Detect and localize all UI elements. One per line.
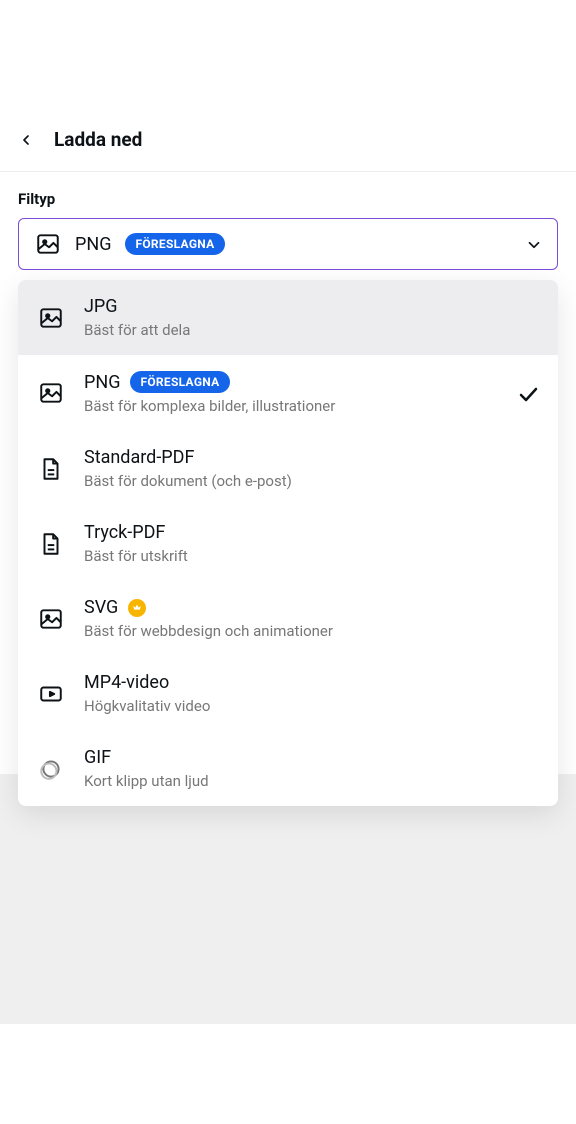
option-title: Standard-PDF	[84, 447, 194, 468]
option-description: Kort klipp utan ljud	[84, 772, 538, 790]
image-icon	[38, 606, 64, 632]
option-main: Standard-PDF Bäst för dokument (och e-pos…	[84, 447, 538, 490]
filetype-dropdown: JPG Bäst för att dela PNG FÖRESLAGNA Bäst fö…	[18, 280, 558, 806]
image-icon	[38, 380, 64, 406]
option-title: MP4-video	[84, 672, 169, 693]
option-description: Bäst för dokument (och e-post)	[84, 472, 538, 490]
premium-icon	[128, 599, 146, 617]
option-main: MP4-video Högkvalitativ video	[84, 672, 538, 715]
download-header: Ladda ned	[0, 100, 576, 172]
image-icon	[38, 305, 64, 331]
image-icon	[35, 231, 61, 257]
pdf-icon	[38, 456, 64, 482]
pdf-icon	[38, 531, 64, 557]
filetype-label: Filtyp	[18, 190, 558, 208]
option-title: PNG	[84, 372, 120, 393]
option-title: SVG	[84, 597, 118, 618]
option-description: Högkvalitativ video	[84, 697, 538, 715]
option-description: Bäst för webbdesign och animationer	[84, 622, 538, 640]
option-title: JPG	[84, 296, 118, 317]
option-main: JPG Bäst för att dela	[84, 296, 538, 339]
video-icon	[38, 681, 64, 707]
check-icon	[516, 382, 538, 404]
option-main: Tryck-PDF Bäst för utskrift	[84, 522, 538, 565]
suggested-badge: FÖRESLAGNA	[125, 233, 224, 255]
filetype-option[interactable]: JPG Bäst för att dela	[18, 280, 558, 355]
back-icon[interactable]	[18, 132, 34, 148]
filetype-option[interactable]: PNG FÖRESLAGNA Bäst för komplexa bilder, i…	[18, 355, 558, 431]
filetype-select[interactable]: PNG FÖRESLAGNA	[18, 218, 558, 270]
option-main: SVG Bäst för webbdesign och animationer	[84, 597, 538, 640]
option-description: Bäst för komplexa bilder, illustrationer	[84, 397, 496, 415]
filetype-option[interactable]: Tryck-PDF Bäst för utskrift	[18, 506, 558, 581]
option-title: GIF	[84, 747, 111, 768]
page-title: Ladda ned	[54, 128, 142, 151]
filetype-option[interactable]: SVG Bäst för webbdesign och animationer	[18, 581, 558, 656]
option-description: Bäst för att dela	[84, 321, 538, 339]
option-title: Tryck-PDF	[84, 522, 165, 543]
chevron-down-icon	[525, 236, 541, 252]
option-description: Bäst för utskrift	[84, 547, 538, 565]
backdrop	[0, 774, 576, 1024]
option-main: PNG FÖRESLAGNA Bäst för komplexa bilder, i…	[84, 371, 496, 415]
filetype-option[interactable]: MP4-video Högkvalitativ video	[18, 656, 558, 731]
filetype-section: Filtyp PNG FÖRESLAGNA	[0, 172, 576, 270]
filetype-option[interactable]: Standard-PDF Bäst för dokument (och e-pos…	[18, 431, 558, 506]
option-main: GIF Kort klipp utan ljud	[84, 747, 538, 790]
filetype-selected-value: PNG	[75, 234, 111, 255]
suggested-badge: FÖRESLAGNA	[130, 371, 229, 393]
filetype-option[interactable]: GIF Kort klipp utan ljud	[18, 731, 558, 806]
gif-icon	[38, 756, 64, 782]
